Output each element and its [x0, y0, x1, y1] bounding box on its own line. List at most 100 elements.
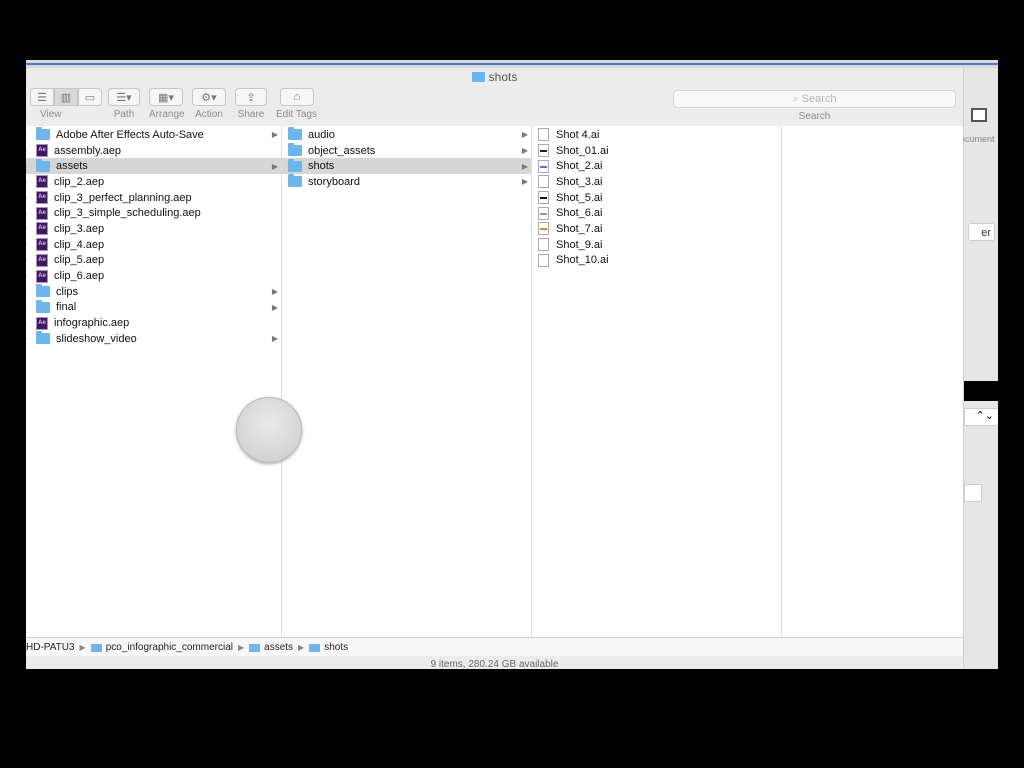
- background-app-button[interactable]: er: [968, 223, 995, 241]
- background-app-window: ocument er ⌃⌄: [960, 68, 998, 669]
- list-item[interactable]: object_assets ▶: [282, 143, 531, 159]
- background-app-field[interactable]: [964, 484, 982, 502]
- list-item-label: audio: [308, 128, 335, 141]
- folder-icon: [90, 643, 102, 652]
- list-item[interactable]: ▸ Ae infographic.aep: [26, 315, 281, 331]
- arrange-button[interactable]: ▦▾: [149, 88, 183, 106]
- list-item[interactable]: ▸ Ae clip_4.aep: [26, 237, 281, 253]
- list-item[interactable]: ▸ final ▶: [26, 299, 281, 316]
- ae-file-icon: Ae: [36, 253, 48, 267]
- list-item[interactable]: ▸ Ae clip_3_perfect_planning.aep: [26, 190, 281, 206]
- path-item-shots[interactable]: shots: [324, 642, 348, 653]
- column-2[interactable]: audio ▶ object_assets ▶ shots ▶ storyboard ▶: [282, 126, 532, 637]
- finder-window: shots ☰ ▥ ▭ View ☰▾ Path ▦▾ Arrange ⚙▾ A…: [26, 68, 963, 669]
- list-item-label: Shot 4.ai: [556, 128, 600, 141]
- ai-file-icon: [538, 144, 549, 158]
- column-4-empty[interactable]: [782, 126, 963, 637]
- window-title-text: shots: [488, 70, 518, 84]
- list-item[interactable]: ▸ slideshow_video ▶: [26, 331, 281, 347]
- share-button[interactable]: ⇪: [235, 88, 267, 106]
- list-item-label: infographic.aep: [54, 317, 130, 330]
- list-item[interactable]: Shot_2.ai: [532, 158, 781, 174]
- path-separator-icon: ▶: [237, 643, 245, 652]
- list-item[interactable]: Shot_3.ai: [532, 174, 781, 190]
- menu-strip: [26, 60, 998, 68]
- path-control: ☰▾ Path: [108, 88, 140, 120]
- path-bar: HD-PATU3 ▶ pco_infographic_commercial ▶ …: [26, 637, 963, 657]
- folder-icon: [288, 127, 302, 141]
- document-icon[interactable]: [971, 108, 987, 122]
- search-input[interactable]: ⌕ Search: [673, 90, 956, 108]
- coverflow-view-button[interactable]: ▭: [78, 88, 102, 106]
- search-icon: ⌕: [792, 93, 802, 105]
- row-marker-icon: ▸: [26, 303, 27, 312]
- column-view-button[interactable]: ▥: [54, 88, 78, 106]
- list-item[interactable]: Shot_6.ai: [532, 205, 781, 221]
- document-label: ocument: [960, 134, 995, 144]
- search-label: Search: [798, 111, 831, 122]
- ae-file-icon: Ae: [36, 222, 48, 236]
- list-item[interactable]: Shot_10.ai: [532, 253, 781, 269]
- list-item-label: clip_4.aep: [54, 238, 105, 251]
- status-text: 9 items, 280.24 GB available: [430, 659, 559, 669]
- list-item-label: Shot_2.ai: [556, 160, 603, 173]
- list-item[interactable]: ▸ assets ▶: [26, 158, 281, 175]
- list-item-label: Adobe After Effects Auto-Save: [56, 128, 204, 141]
- list-view-button[interactable]: ☰: [30, 88, 54, 106]
- list-item[interactable]: Shot_9.ai: [532, 237, 781, 253]
- path-label: Path: [113, 109, 135, 120]
- path-item-disk[interactable]: HD-PATU3: [26, 642, 75, 653]
- ae-file-icon: Ae: [36, 269, 48, 283]
- ai-file-icon: [538, 222, 549, 236]
- list-item[interactable]: Shot_5.ai: [532, 190, 781, 206]
- list-item[interactable]: Shot_7.ai: [532, 221, 781, 237]
- row-marker-icon: ▸: [26, 130, 27, 139]
- action-button[interactable]: ⚙▾: [192, 88, 226, 106]
- list-item[interactable]: ▸ Ae clip_3_simple_scheduling.aep: [26, 205, 281, 221]
- titlebar: shots ☰ ▥ ▭ View ☰▾ Path ▦▾ Arrange ⚙▾ A…: [26, 68, 963, 127]
- list-item[interactable]: audio ▶: [282, 127, 531, 143]
- ai-file-icon: [538, 128, 549, 142]
- list-item-label: storyboard: [308, 175, 360, 188]
- disclosure-arrow-icon: ▶: [271, 161, 278, 171]
- column-browser: ▸ Adobe After Effects Auto-Save ▶ ▸ Ae assemb…: [26, 126, 963, 637]
- screen: ocument er ⌃⌄ shots ☰ ▥ ▭ View ☰▾ Path ▦…: [26, 60, 998, 669]
- folder-icon: [288, 143, 302, 157]
- list-item-label: slideshow_video: [56, 332, 137, 345]
- row-marker-icon: ▸: [26, 272, 27, 281]
- list-item[interactable]: ▸ clips ▶: [26, 284, 281, 300]
- edit-tags-label: Edit Tags: [276, 109, 317, 120]
- list-item-label: clip_3_perfect_planning.aep: [54, 191, 192, 204]
- row-marker-icon: ▸: [26, 177, 27, 186]
- list-item[interactable]: ▸ Ae assembly.aep: [26, 143, 281, 159]
- folder-icon: [288, 174, 302, 188]
- edit-tags-button[interactable]: ⌂: [280, 88, 314, 106]
- list-item[interactable]: ▸ Adobe After Effects Auto-Save ▶: [26, 127, 281, 143]
- path-item-project[interactable]: pco_infographic_commercial: [106, 642, 233, 653]
- list-item-label: clips: [56, 285, 79, 298]
- disclosure-arrow-icon: ▶: [271, 130, 278, 140]
- list-item[interactable]: ▸ Ae clip_5.aep: [26, 253, 281, 269]
- row-marker-icon: ▸: [26, 224, 27, 233]
- list-item[interactable]: Shot 4.ai: [532, 127, 781, 143]
- folder-icon: [471, 72, 485, 82]
- stepper-select[interactable]: ⌃⌄: [964, 408, 998, 426]
- path-button[interactable]: ☰▾: [108, 88, 140, 106]
- column-3[interactable]: Shot 4.ai Shot_01.ai Shot_2.ai Shot_3.ai Sho…: [532, 126, 782, 637]
- dark-bar: [964, 381, 998, 401]
- list-item[interactable]: ▸ Ae clip_6.aep: [26, 268, 281, 284]
- column-1[interactable]: ▸ Adobe After Effects Auto-Save ▶ ▸ Ae assemb…: [26, 126, 282, 637]
- list-item-label: assets: [56, 160, 88, 173]
- list-item[interactable]: storyboard ▶: [282, 174, 531, 190]
- row-marker-icon: ▸: [26, 240, 27, 249]
- list-item[interactable]: Shot_01.ai: [532, 143, 781, 159]
- list-item[interactable]: shots ▶: [282, 158, 531, 175]
- list-item[interactable]: ▸ Ae clip_3.aep: [26, 221, 281, 237]
- list-item-label: Shot_7.ai: [556, 222, 603, 235]
- path-item-assets[interactable]: assets: [264, 642, 293, 653]
- ae-file-icon: Ae: [36, 144, 48, 158]
- share-label: Share: [237, 109, 265, 120]
- list-item[interactable]: ▸ Ae clip_2.aep: [26, 174, 281, 190]
- window-title: shots: [26, 70, 963, 84]
- folder-icon: [36, 331, 50, 345]
